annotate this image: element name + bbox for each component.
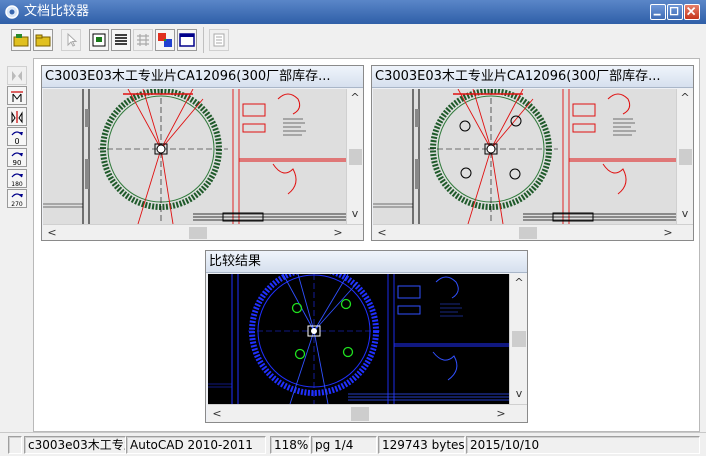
mirror-icon (11, 110, 23, 123)
result-horizontal-scrollbar[interactable]: < > (208, 404, 527, 422)
compare-workspace: C3003E03木工专业片CA12096(300厂部库存... ^ v < > … (33, 58, 700, 432)
minimize-button[interactable] (650, 4, 666, 20)
left-vertical-scrollbar[interactable]: ^ v (346, 89, 363, 224)
rotate-label: 270 (11, 201, 23, 207)
status-date: 2015/10/10 (466, 436, 700, 454)
scroll-down-icon[interactable]: v (512, 387, 526, 401)
result-vertical-scrollbar[interactable]: ^ v (509, 274, 527, 404)
rotate-label: 180 (11, 181, 23, 187)
mirror-button[interactable] (7, 107, 27, 126)
mirror-vertical-button[interactable] (7, 86, 27, 105)
scroll-up-icon[interactable]: ^ (512, 276, 526, 290)
right-document-pane[interactable]: C3003E03木工专业片CA12096(300厂部库存... ^ v < > (371, 65, 694, 241)
right-vertical-scrollbar[interactable]: ^ v (676, 89, 693, 224)
window-title: 文档比较器 (24, 4, 90, 19)
cad-drawing-left (43, 89, 346, 224)
grid-icon (137, 34, 149, 46)
scroll-thumb[interactable] (679, 149, 692, 165)
status-size: 129743 bytes (378, 436, 465, 454)
folder-button[interactable] (33, 29, 53, 51)
scroll-up-icon[interactable]: ^ (348, 91, 362, 105)
maximize-button[interactable] (667, 4, 683, 20)
view-single-icon (92, 33, 106, 47)
status-filename: c3003e03木工专业 (24, 436, 126, 454)
left-horizontal-scrollbar[interactable]: < > (43, 224, 363, 240)
list-button[interactable] (111, 29, 131, 51)
rotate-180-icon: 180 (11, 172, 23, 187)
toolbar-separator (203, 27, 204, 53)
folder-icon (35, 34, 51, 47)
window-button[interactable] (177, 29, 197, 51)
pointer-icon (67, 32, 78, 47)
page-button[interactable] (209, 29, 229, 51)
color-compare-button[interactable] (155, 29, 175, 51)
scroll-left-icon[interactable]: < (210, 407, 224, 421)
scroll-thumb[interactable] (519, 227, 537, 239)
rotate-label: 0 (14, 137, 19, 145)
minimize-icon (653, 13, 661, 16)
scroll-thumb[interactable] (351, 407, 369, 421)
rotate-90-icon: 90 (11, 151, 23, 166)
status-empty (8, 436, 22, 454)
status-bar: c3003e03木工专业 AutoCAD 2010-2011 118% pg 1… (0, 432, 706, 456)
cad-drawing-right (373, 89, 676, 224)
page-icon (213, 33, 225, 47)
status-zoom: 118% (270, 436, 310, 454)
flip-horizontal-icon (12, 70, 22, 81)
left-document-view[interactable] (43, 89, 346, 224)
rotate-180-button[interactable]: 180 (7, 169, 27, 188)
scroll-right-icon[interactable]: > (494, 407, 508, 421)
scroll-left-icon[interactable]: < (375, 226, 389, 240)
left-document-pane[interactable]: C3003E03木工专业片CA12096(300厂部库存... ^ v < > (41, 65, 364, 241)
scroll-left-icon[interactable]: < (45, 226, 59, 240)
open-folder-icon (13, 34, 29, 47)
result-view[interactable] (208, 274, 509, 404)
mirror-vertical-icon (11, 90, 23, 102)
scroll-down-icon[interactable]: v (348, 207, 362, 221)
rotate-0-button[interactable]: 0 (7, 127, 27, 146)
right-document-view[interactable] (373, 89, 676, 224)
pointer-button[interactable] (61, 29, 81, 51)
list-icon (115, 34, 127, 45)
right-horizontal-scrollbar[interactable]: < > (373, 224, 693, 240)
maximize-icon (669, 6, 679, 16)
toolbar (0, 24, 706, 58)
view-single-button[interactable] (89, 29, 109, 51)
scroll-thumb[interactable] (189, 227, 207, 239)
result-pane-title: 比较结果 (206, 251, 527, 273)
close-button[interactable] (684, 4, 700, 20)
status-format: AutoCAD 2010-2011 (126, 436, 266, 454)
rotate-270-button[interactable]: 270 (7, 189, 27, 208)
right-pane-title: C3003E03木工专业片CA12096(300厂部库存... (372, 66, 693, 88)
result-pane[interactable]: 比较结果 ^ v < > (205, 250, 528, 423)
scroll-up-icon[interactable]: ^ (678, 91, 692, 105)
open-folder-button[interactable] (11, 29, 31, 51)
scroll-thumb[interactable] (349, 149, 362, 165)
rotate-label: 90 (13, 159, 22, 166)
rotate-270-icon: 270 (11, 192, 23, 207)
flip-horizontal-button[interactable] (7, 66, 27, 85)
status-page: pg 1/4 (311, 436, 377, 454)
cad-diff-drawing (208, 274, 509, 404)
rotate-90-button[interactable]: 90 (7, 148, 27, 167)
rotate-0-icon: 0 (11, 130, 23, 145)
scroll-right-icon[interactable]: > (661, 226, 675, 240)
app-gear-icon (5, 5, 19, 19)
scroll-right-icon[interactable]: > (331, 226, 345, 240)
left-pane-title: C3003E03木工专业片CA12096(300厂部库存... (42, 66, 363, 88)
window-icon (179, 33, 195, 47)
scroll-down-icon[interactable]: v (678, 207, 692, 221)
scroll-thumb[interactable] (512, 331, 526, 347)
color-compare-icon (158, 33, 172, 47)
title-bar[interactable]: 文档比较器 (0, 0, 706, 24)
close-icon (687, 7, 696, 16)
grid-button[interactable] (133, 29, 153, 51)
